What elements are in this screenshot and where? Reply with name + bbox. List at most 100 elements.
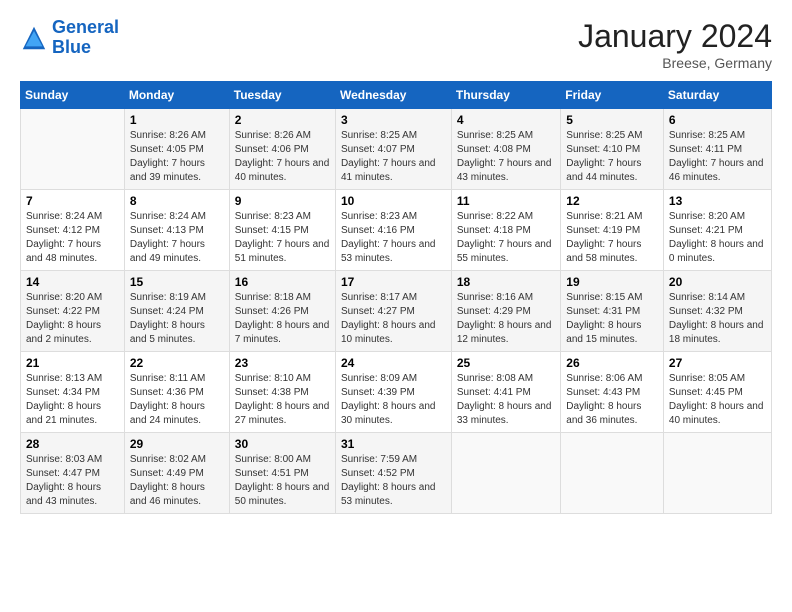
day-info: Sunrise: 8:23 AMSunset: 4:16 PMDaylight:… (341, 210, 446, 266)
day-number: 28 (26, 437, 119, 451)
calendar-body: 1 Sunrise: 8:26 AMSunset: 4:05 PMDayligh… (21, 109, 772, 514)
calendar-table: Sunday Monday Tuesday Wednesday Thursday… (20, 81, 772, 514)
calendar-cell: 24 Sunrise: 8:09 AMSunset: 4:39 PMDaylig… (335, 352, 451, 433)
day-info: Sunrise: 7:59 AMSunset: 4:52 PMDaylight:… (341, 453, 446, 509)
day-info: Sunrise: 8:19 AMSunset: 4:24 PMDaylight:… (130, 291, 224, 347)
calendar-cell: 18 Sunrise: 8:16 AMSunset: 4:29 PMDaylig… (451, 271, 560, 352)
day-info: Sunrise: 8:20 AMSunset: 4:21 PMDaylight:… (669, 210, 766, 266)
day-info: Sunrise: 8:24 AMSunset: 4:13 PMDaylight:… (130, 210, 224, 266)
day-number: 13 (669, 194, 766, 208)
day-info: Sunrise: 8:02 AMSunset: 4:49 PMDaylight:… (130, 453, 224, 509)
day-number: 21 (26, 356, 119, 370)
day-info: Sunrise: 8:03 AMSunset: 4:47 PMDaylight:… (26, 453, 119, 509)
calendar-cell: 10 Sunrise: 8:23 AMSunset: 4:16 PMDaylig… (335, 190, 451, 271)
day-number: 26 (566, 356, 658, 370)
logo-text: General Blue (52, 18, 119, 58)
calendar-cell (451, 433, 560, 514)
calendar-cell: 4 Sunrise: 8:25 AMSunset: 4:08 PMDayligh… (451, 109, 560, 190)
logo: General Blue (20, 18, 119, 58)
header-row: Sunday Monday Tuesday Wednesday Thursday… (21, 82, 772, 109)
calendar-cell: 3 Sunrise: 8:25 AMSunset: 4:07 PMDayligh… (335, 109, 451, 190)
calendar-cell: 27 Sunrise: 8:05 AMSunset: 4:45 PMDaylig… (663, 352, 771, 433)
calendar-cell: 25 Sunrise: 8:08 AMSunset: 4:41 PMDaylig… (451, 352, 560, 433)
day-number: 14 (26, 275, 119, 289)
calendar-cell: 16 Sunrise: 8:18 AMSunset: 4:26 PMDaylig… (229, 271, 335, 352)
day-number: 1 (130, 113, 224, 127)
calendar-cell: 15 Sunrise: 8:19 AMSunset: 4:24 PMDaylig… (124, 271, 229, 352)
day-number: 18 (457, 275, 555, 289)
col-thursday: Thursday (451, 82, 560, 109)
calendar-cell: 26 Sunrise: 8:06 AMSunset: 4:43 PMDaylig… (561, 352, 664, 433)
week-row-3: 14 Sunrise: 8:20 AMSunset: 4:22 PMDaylig… (21, 271, 772, 352)
header: General Blue January 2024 Breese, German… (20, 18, 772, 71)
calendar-cell: 31 Sunrise: 7:59 AMSunset: 4:52 PMDaylig… (335, 433, 451, 514)
day-info: Sunrise: 8:25 AMSunset: 4:10 PMDaylight:… (566, 129, 658, 185)
day-number: 29 (130, 437, 224, 451)
day-number: 20 (669, 275, 766, 289)
logo-general: General (52, 17, 119, 37)
day-info: Sunrise: 8:17 AMSunset: 4:27 PMDaylight:… (341, 291, 446, 347)
calendar-cell: 23 Sunrise: 8:10 AMSunset: 4:38 PMDaylig… (229, 352, 335, 433)
day-info: Sunrise: 8:14 AMSunset: 4:32 PMDaylight:… (669, 291, 766, 347)
month-title: January 2024 (578, 18, 772, 55)
calendar-cell: 29 Sunrise: 8:02 AMSunset: 4:49 PMDaylig… (124, 433, 229, 514)
day-info: Sunrise: 8:10 AMSunset: 4:38 PMDaylight:… (235, 372, 330, 428)
day-number: 4 (457, 113, 555, 127)
day-info: Sunrise: 8:11 AMSunset: 4:36 PMDaylight:… (130, 372, 224, 428)
calendar-cell: 9 Sunrise: 8:23 AMSunset: 4:15 PMDayligh… (229, 190, 335, 271)
day-number: 10 (341, 194, 446, 208)
col-sunday: Sunday (21, 82, 125, 109)
calendar-cell: 13 Sunrise: 8:20 AMSunset: 4:21 PMDaylig… (663, 190, 771, 271)
calendar-cell: 14 Sunrise: 8:20 AMSunset: 4:22 PMDaylig… (21, 271, 125, 352)
day-number: 19 (566, 275, 658, 289)
logo-blue: Blue (52, 37, 91, 57)
week-row-1: 1 Sunrise: 8:26 AMSunset: 4:05 PMDayligh… (21, 109, 772, 190)
day-info: Sunrise: 8:20 AMSunset: 4:22 PMDaylight:… (26, 291, 119, 347)
calendar-cell: 22 Sunrise: 8:11 AMSunset: 4:36 PMDaylig… (124, 352, 229, 433)
calendar-cell: 2 Sunrise: 8:26 AMSunset: 4:06 PMDayligh… (229, 109, 335, 190)
day-info: Sunrise: 8:23 AMSunset: 4:15 PMDaylight:… (235, 210, 330, 266)
day-number: 17 (341, 275, 446, 289)
day-number: 25 (457, 356, 555, 370)
day-number: 5 (566, 113, 658, 127)
day-number: 31 (341, 437, 446, 451)
day-number: 15 (130, 275, 224, 289)
day-number: 27 (669, 356, 766, 370)
calendar-cell: 11 Sunrise: 8:22 AMSunset: 4:18 PMDaylig… (451, 190, 560, 271)
day-number: 30 (235, 437, 330, 451)
calendar-cell: 20 Sunrise: 8:14 AMSunset: 4:32 PMDaylig… (663, 271, 771, 352)
day-number: 16 (235, 275, 330, 289)
day-number: 11 (457, 194, 555, 208)
calendar-cell (561, 433, 664, 514)
location: Breese, Germany (578, 55, 772, 71)
day-info: Sunrise: 8:08 AMSunset: 4:41 PMDaylight:… (457, 372, 555, 428)
day-info: Sunrise: 8:24 AMSunset: 4:12 PMDaylight:… (26, 210, 119, 266)
calendar-cell (21, 109, 125, 190)
week-row-5: 28 Sunrise: 8:03 AMSunset: 4:47 PMDaylig… (21, 433, 772, 514)
calendar-cell: 28 Sunrise: 8:03 AMSunset: 4:47 PMDaylig… (21, 433, 125, 514)
day-number: 9 (235, 194, 330, 208)
day-number: 24 (341, 356, 446, 370)
calendar-cell (663, 433, 771, 514)
day-info: Sunrise: 8:05 AMSunset: 4:45 PMDaylight:… (669, 372, 766, 428)
calendar-cell: 21 Sunrise: 8:13 AMSunset: 4:34 PMDaylig… (21, 352, 125, 433)
day-number: 23 (235, 356, 330, 370)
col-monday: Monday (124, 82, 229, 109)
day-info: Sunrise: 8:26 AMSunset: 4:06 PMDaylight:… (235, 129, 330, 185)
day-info: Sunrise: 8:25 AMSunset: 4:08 PMDaylight:… (457, 129, 555, 185)
calendar-cell: 6 Sunrise: 8:25 AMSunset: 4:11 PMDayligh… (663, 109, 771, 190)
day-info: Sunrise: 8:15 AMSunset: 4:31 PMDaylight:… (566, 291, 658, 347)
calendar-header: Sunday Monday Tuesday Wednesday Thursday… (21, 82, 772, 109)
day-number: 12 (566, 194, 658, 208)
page: General Blue January 2024 Breese, German… (0, 0, 792, 524)
calendar-cell: 17 Sunrise: 8:17 AMSunset: 4:27 PMDaylig… (335, 271, 451, 352)
col-wednesday: Wednesday (335, 82, 451, 109)
calendar-cell: 1 Sunrise: 8:26 AMSunset: 4:05 PMDayligh… (124, 109, 229, 190)
day-info: Sunrise: 8:09 AMSunset: 4:39 PMDaylight:… (341, 372, 446, 428)
day-info: Sunrise: 8:21 AMSunset: 4:19 PMDaylight:… (566, 210, 658, 266)
day-info: Sunrise: 8:16 AMSunset: 4:29 PMDaylight:… (457, 291, 555, 347)
day-info: Sunrise: 8:06 AMSunset: 4:43 PMDaylight:… (566, 372, 658, 428)
day-number: 22 (130, 356, 224, 370)
col-friday: Friday (561, 82, 664, 109)
logo-icon (20, 24, 48, 52)
